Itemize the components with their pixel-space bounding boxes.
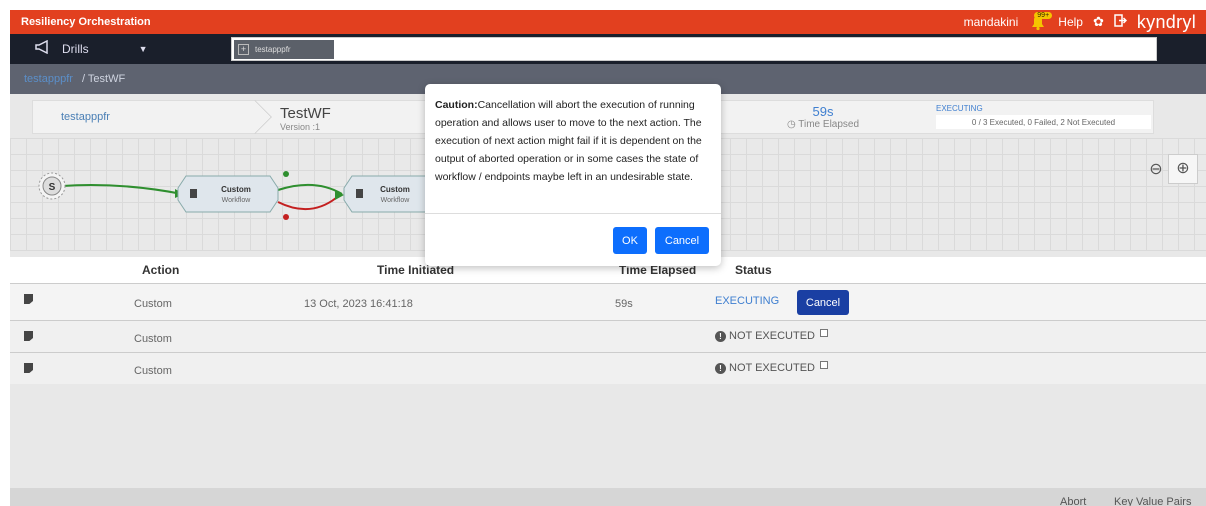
row-cancel-button[interactable]: Cancel bbox=[797, 290, 849, 315]
dialog-divider bbox=[425, 213, 721, 214]
summary-app[interactable]: testapppfr bbox=[61, 111, 110, 123]
elapsed-value: 59s bbox=[812, 104, 834, 119]
zoom-in-icon[interactable]: ⊕ bbox=[1168, 154, 1198, 184]
nav-bar: Drills ▼ + testapppfr bbox=[10, 34, 1206, 64]
action-icon bbox=[24, 363, 33, 373]
node2-title: Custom bbox=[380, 185, 410, 194]
clock-icon: ◷ bbox=[786, 119, 799, 130]
workflow-node-1[interactable]: Custom Workflow bbox=[177, 175, 279, 213]
elapsed-block: 59s ◷ Time Elapsed bbox=[768, 104, 878, 130]
workflow-diagram: S Custom Workflow Custom Workflow bbox=[38, 171, 440, 220]
footer-bar: Abort Key Value Pairs bbox=[10, 488, 1206, 506]
progress-text: 0 / 3 Executed, 0 Failed, 2 Not Executed bbox=[971, 117, 1116, 127]
zoom-out-icon[interactable]: ⊖ bbox=[1141, 156, 1171, 186]
row-time: 13 Oct, 2023 16:41:18 bbox=[304, 298, 413, 310]
tab-testapppfr[interactable]: + testapppfr bbox=[234, 40, 334, 59]
help-link[interactable]: Help bbox=[1058, 15, 1083, 29]
cancel-confirmation-dialog: Caution:Cancellation will abort the exec… bbox=[425, 84, 721, 266]
breadcrumb-current: / TestWF bbox=[81, 73, 126, 85]
row-status: NOT EXECUTED bbox=[729, 330, 815, 342]
row-status-cell: ! NOT EXECUTED bbox=[715, 361, 828, 374]
row-status-cell: ! NOT EXECUTED bbox=[715, 329, 828, 342]
action-icon bbox=[24, 331, 33, 341]
ok-button[interactable]: OK bbox=[613, 227, 647, 254]
abort-link[interactable]: Abort bbox=[1060, 496, 1086, 506]
node2-sub: Workflow bbox=[381, 197, 411, 204]
table-row[interactable]: Custom ! NOT EXECUTED bbox=[10, 352, 1206, 384]
expand-icon[interactable]: + bbox=[238, 44, 249, 55]
cancel-button[interactable]: Cancel bbox=[655, 227, 709, 254]
info-icon: ! bbox=[715, 330, 726, 342]
col-action: Action bbox=[142, 263, 180, 277]
dialog-message: Caution:Cancellation will abort the exec… bbox=[435, 96, 717, 186]
start-node-label: S bbox=[49, 182, 56, 193]
row-status: NOT EXECUTED bbox=[729, 362, 815, 374]
summary-workflow: TestWF bbox=[280, 105, 331, 122]
actions-table: Action Time Initiated Time Elapsed Statu… bbox=[10, 257, 1206, 384]
tab-label: testapppfr bbox=[255, 45, 291, 54]
row-action: Custom bbox=[134, 365, 172, 377]
row-checkbox[interactable] bbox=[819, 329, 828, 337]
header-actions: mandakini 99+ Help ✿ kyndryl bbox=[964, 12, 1196, 32]
chevron-down-icon: ▼ bbox=[138, 43, 148, 54]
row-status: EXECUTING bbox=[715, 295, 780, 307]
breadcrumb-parent[interactable]: testapppfr bbox=[24, 73, 73, 85]
tab-strip: + testapppfr bbox=[231, 37, 1157, 61]
gear-icon[interactable]: ✿ bbox=[1093, 14, 1104, 30]
row-action: Custom bbox=[134, 333, 172, 345]
row-action: Custom bbox=[134, 298, 172, 310]
node1-sub: Workflow bbox=[222, 197, 252, 204]
elapsed-label: Time Elapsed bbox=[798, 119, 860, 130]
dialog-caution-label: Caution: bbox=[435, 99, 478, 111]
bell-icon[interactable]: 99+ bbox=[1028, 12, 1053, 31]
notification-badge: 99+ bbox=[1034, 12, 1053, 19]
brand-logo: kyndryl bbox=[1136, 11, 1196, 32]
info-icon: ! bbox=[715, 362, 726, 374]
key-value-pairs-link[interactable]: Key Value Pairs bbox=[1114, 496, 1191, 506]
summary-version: Version :1 bbox=[280, 122, 321, 132]
table-row[interactable]: Custom ! NOT EXECUTED bbox=[10, 320, 1206, 352]
row-elapsed: 59s bbox=[615, 298, 633, 310]
start-node[interactable]: S bbox=[38, 172, 66, 200]
drills-menu[interactable]: Drills ▼ bbox=[34, 39, 148, 57]
logout-icon[interactable] bbox=[1114, 14, 1127, 30]
row-checkbox[interactable] bbox=[819, 361, 828, 369]
col-status: Status bbox=[735, 263, 772, 277]
node1-title: Custom bbox=[221, 185, 251, 194]
drills-label: Drills bbox=[62, 41, 89, 56]
progress-bar: 0 / 3 Executed, 0 Failed, 2 Not Executed bbox=[936, 115, 1151, 129]
dialog-body: Cancellation will abort the execution of… bbox=[435, 99, 702, 183]
app-title: Resiliency Orchestration bbox=[21, 16, 151, 28]
megaphone-icon bbox=[34, 39, 52, 57]
username[interactable]: mandakini bbox=[964, 15, 1019, 29]
action-icon bbox=[24, 294, 33, 304]
execution-state: EXECUTING bbox=[936, 104, 983, 113]
table-row[interactable]: Custom 13 Oct, 2023 16:41:18 59s EXECUTI… bbox=[10, 283, 1206, 320]
chevron-right-icon bbox=[238, 100, 272, 134]
top-header: Resiliency Orchestration mandakini 99+ H… bbox=[10, 10, 1206, 34]
